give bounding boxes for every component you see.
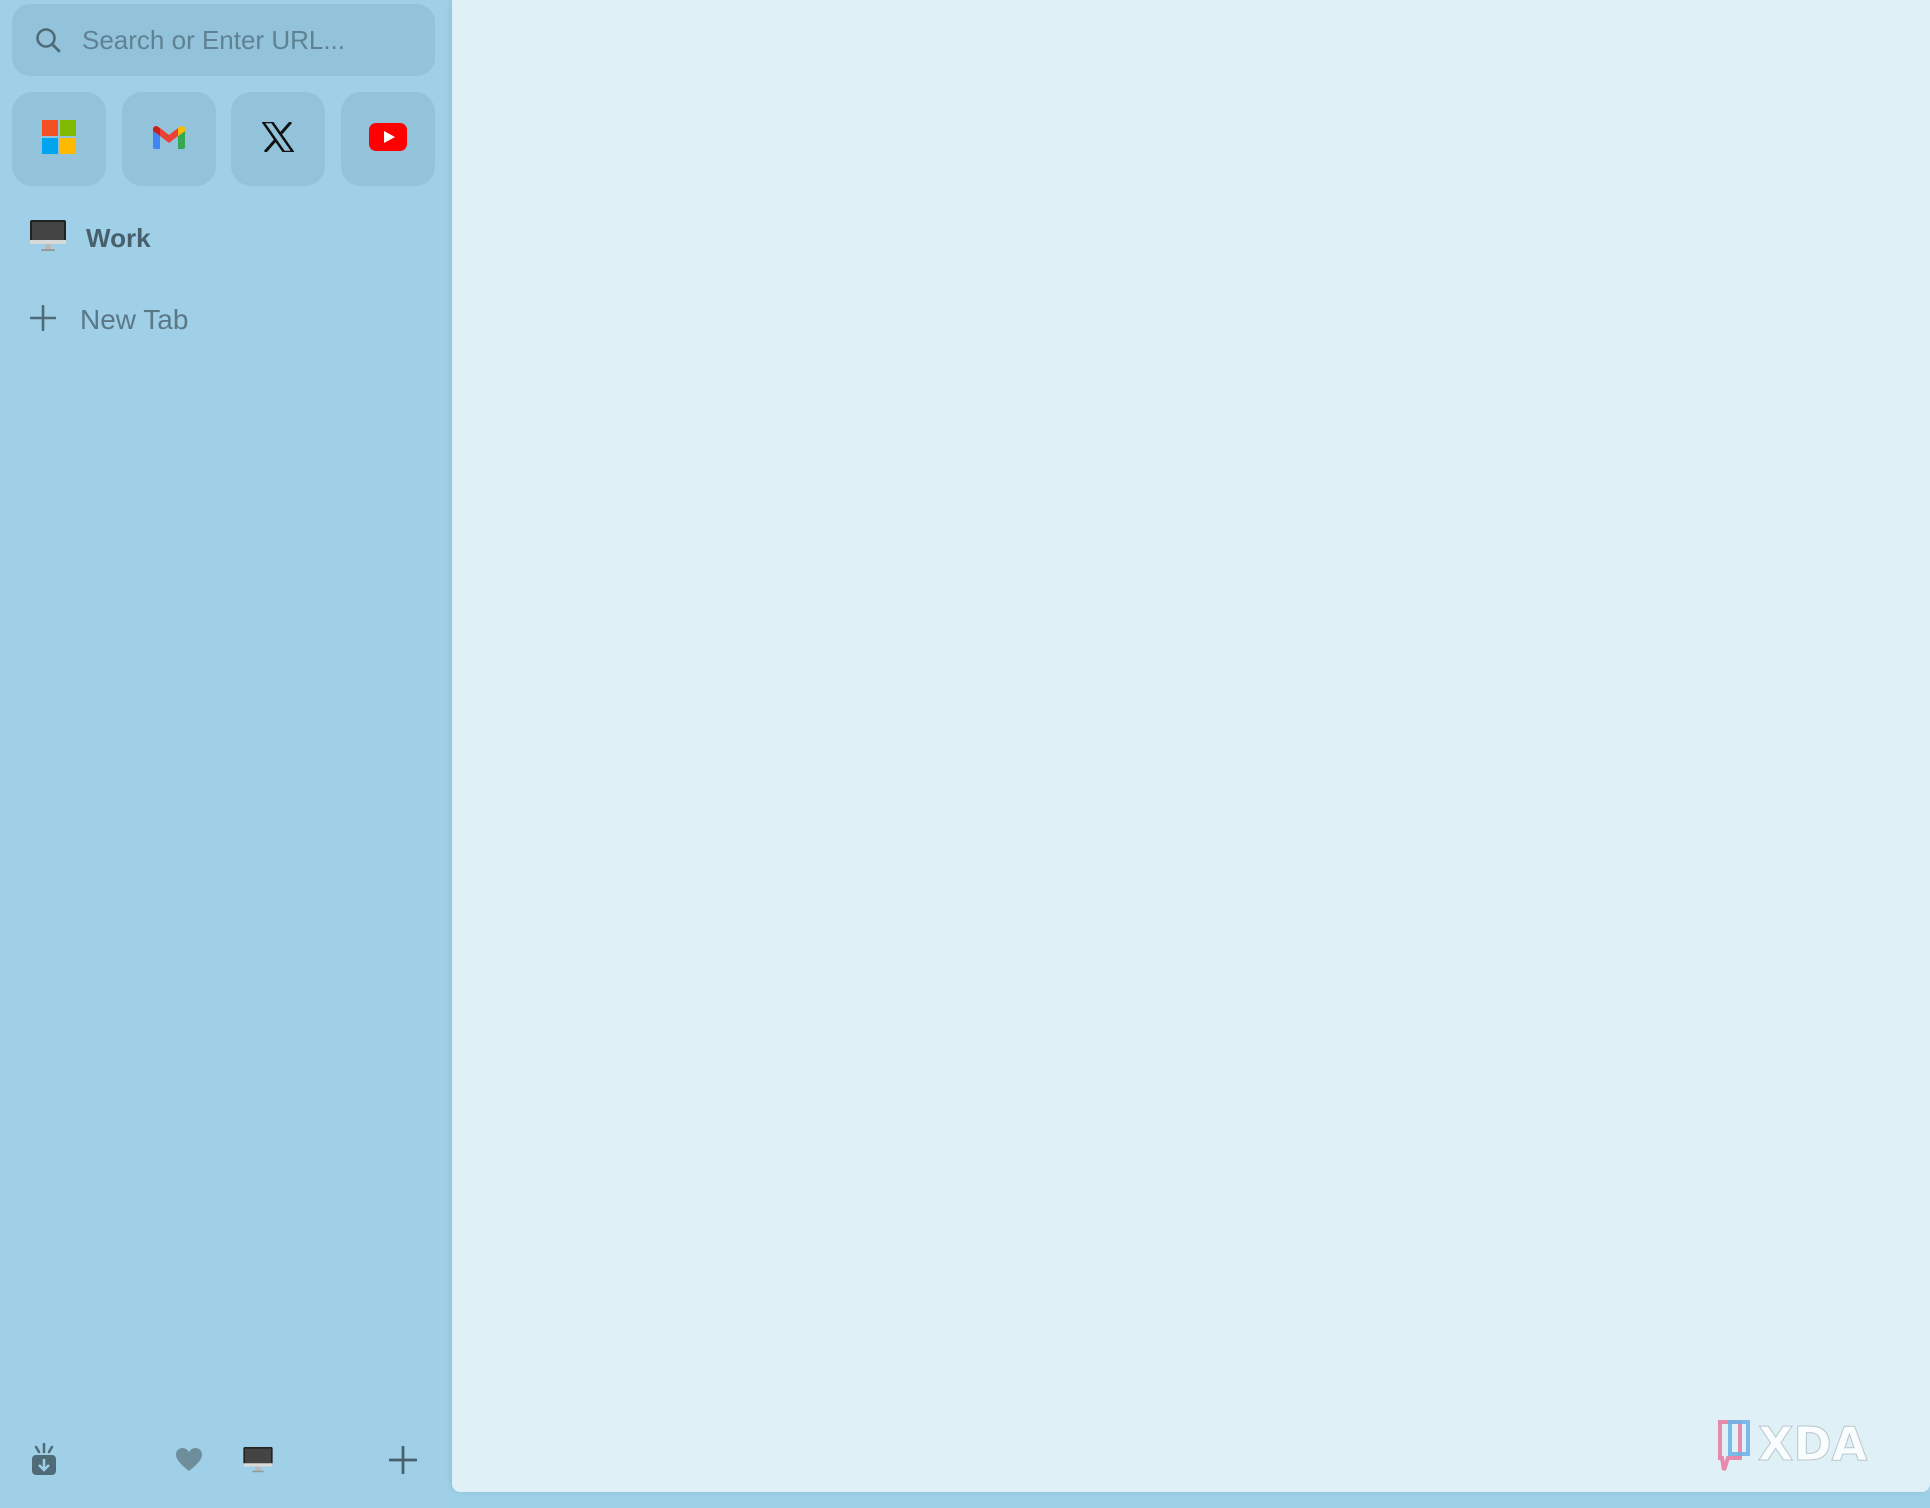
space-work[interactable]: Work	[30, 218, 151, 258]
xda-watermark-logo: XDA	[1714, 1414, 1900, 1478]
pinned-sites	[12, 92, 435, 186]
search-bar[interactable]	[12, 4, 435, 76]
heart-icon	[176, 1447, 202, 1477]
pinned-site-gmail[interactable]	[121, 92, 216, 186]
plus-icon	[29, 304, 57, 336]
favorites-button[interactable]	[174, 1440, 204, 1484]
pinned-site-youtube[interactable]	[340, 92, 435, 186]
gmail-logo-icon	[152, 125, 185, 154]
plus-icon	[388, 1445, 418, 1479]
new-space-button[interactable]	[388, 1440, 418, 1484]
microsoft-logo-icon	[42, 119, 76, 159]
youtube-logo-icon	[368, 122, 407, 156]
sidebar-bottom-bar	[0, 1440, 452, 1484]
new-tab-label: New Tab	[80, 304, 189, 335]
sidebar: Work New Tab	[0, 0, 452, 1508]
space-label: Work	[86, 222, 151, 253]
x-logo-icon	[260, 120, 296, 157]
search-icon	[34, 26, 62, 54]
downloads-button[interactable]	[28, 1440, 60, 1484]
space-switcher-work[interactable]	[242, 1440, 274, 1484]
search-input[interactable]	[80, 23, 424, 57]
desktop-computer-icon	[243, 1446, 273, 1478]
svg-text:XDA: XDA	[1758, 1417, 1868, 1471]
pinned-site-x[interactable]	[231, 92, 326, 186]
web-content-area[interactable]	[452, 0, 1930, 1492]
desktop-computer-icon	[30, 219, 66, 257]
new-tab-button[interactable]: New Tab	[29, 300, 189, 340]
pinned-site-microsoft[interactable]	[12, 92, 106, 186]
downloads-icon	[30, 1442, 58, 1482]
